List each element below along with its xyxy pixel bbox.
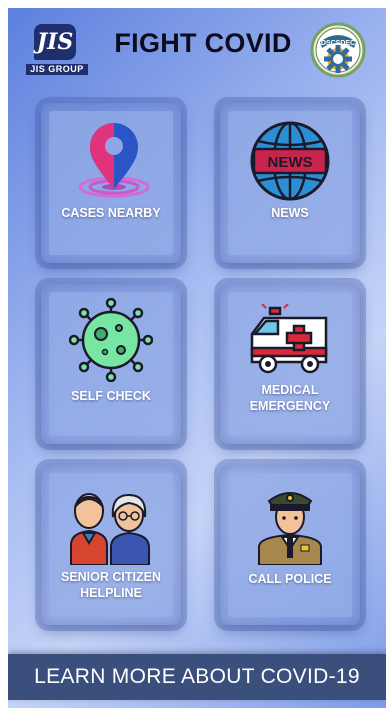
- news-tile[interactable]: NEWS NEWS: [220, 103, 360, 263]
- tile-label: CALL POLICE: [248, 572, 332, 586]
- header: JIS JIS GROUP FIGHT COVID DSCSDEC: [8, 8, 386, 88]
- ambulance-icon: [250, 304, 328, 374]
- page-title: FIGHT COVID: [114, 28, 292, 58]
- police-officer-icon: [258, 492, 322, 565]
- senior-citizen-helpline-tile[interactable]: SENIOR CITIZEN HELPLINE: [41, 465, 181, 625]
- tile-label: CASES NEARBY: [61, 206, 161, 220]
- self-check-tile[interactable]: SELF CHECK: [41, 284, 181, 444]
- gear-seal-icon: DSCSDEC: [310, 22, 366, 78]
- location-pin-icon: [78, 123, 150, 198]
- jis-group-logo: JIS JIS GROUP: [26, 24, 88, 76]
- tile-label: SENIOR CITIZEN HELPLINE: [60, 570, 161, 600]
- news-globe-icon: NEWS: [250, 121, 330, 201]
- dscsdec-logo: DSCSDEC: [310, 20, 366, 82]
- tile-label: NEWS: [271, 206, 309, 220]
- cases-nearby-tile[interactable]: CASES NEARBY: [41, 103, 181, 263]
- jis-logo-mark: JIS: [34, 24, 76, 60]
- jis-logo-caption: JIS GROUP: [26, 64, 88, 75]
- tile-label: SELF CHECK: [71, 389, 151, 403]
- virus-icon: [69, 298, 153, 382]
- jis-logo-text: JIS: [36, 29, 74, 55]
- app-screen: JIS JIS GROUP FIGHT COVID DSCSDEC CASES …: [8, 8, 386, 708]
- learn-more-button[interactable]: LEARN MORE ABOUT COVID-19: [8, 654, 386, 700]
- medical-emergency-tile[interactable]: MEDICAL EMERGENCY: [220, 284, 360, 444]
- news-badge-text: NEWS: [268, 154, 313, 171]
- call-police-tile[interactable]: CALL POLICE: [220, 465, 360, 625]
- tile-label: MEDICAL EMERGENCY: [249, 383, 331, 413]
- elderly-couple-icon: [70, 493, 150, 565]
